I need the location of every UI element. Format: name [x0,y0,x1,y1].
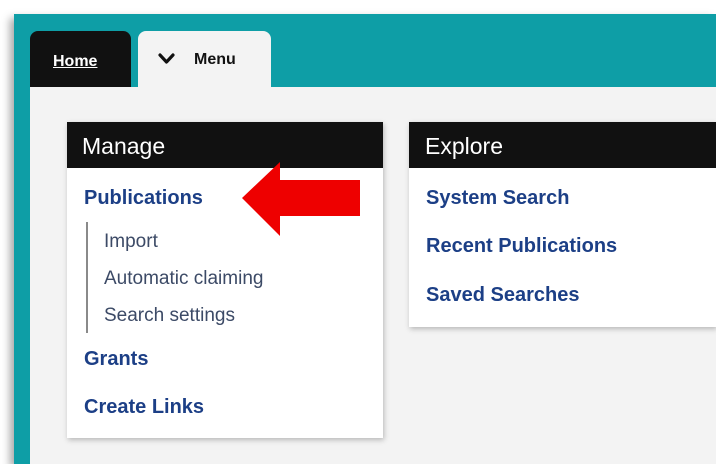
tab-home[interactable]: Home [30,31,131,87]
explore-card: Explore System Search Recent Publication… [409,122,716,327]
automatic-claiming-link[interactable]: Automatic claiming [104,268,263,290]
chevron-down-icon [158,53,175,64]
system-search-link[interactable]: System Search [426,187,569,210]
tab-menu[interactable]: Menu [138,31,271,91]
red-arrow-left-icon [242,162,360,236]
submenu-divider [86,222,88,333]
grants-link[interactable]: Grants [84,348,148,371]
saved-searches-link[interactable]: Saved Searches [426,284,579,307]
create-links-link[interactable]: Create Links [84,396,204,419]
recent-publications-link[interactable]: Recent Publications [426,235,617,258]
publications-link[interactable]: Publications [84,187,203,210]
home-link[interactable]: Home [53,53,97,71]
import-link[interactable]: Import [104,231,158,253]
search-settings-link[interactable]: Search settings [104,305,235,327]
menu-tab-label: Menu [194,51,236,68]
explore-card-title: Explore [409,122,716,168]
